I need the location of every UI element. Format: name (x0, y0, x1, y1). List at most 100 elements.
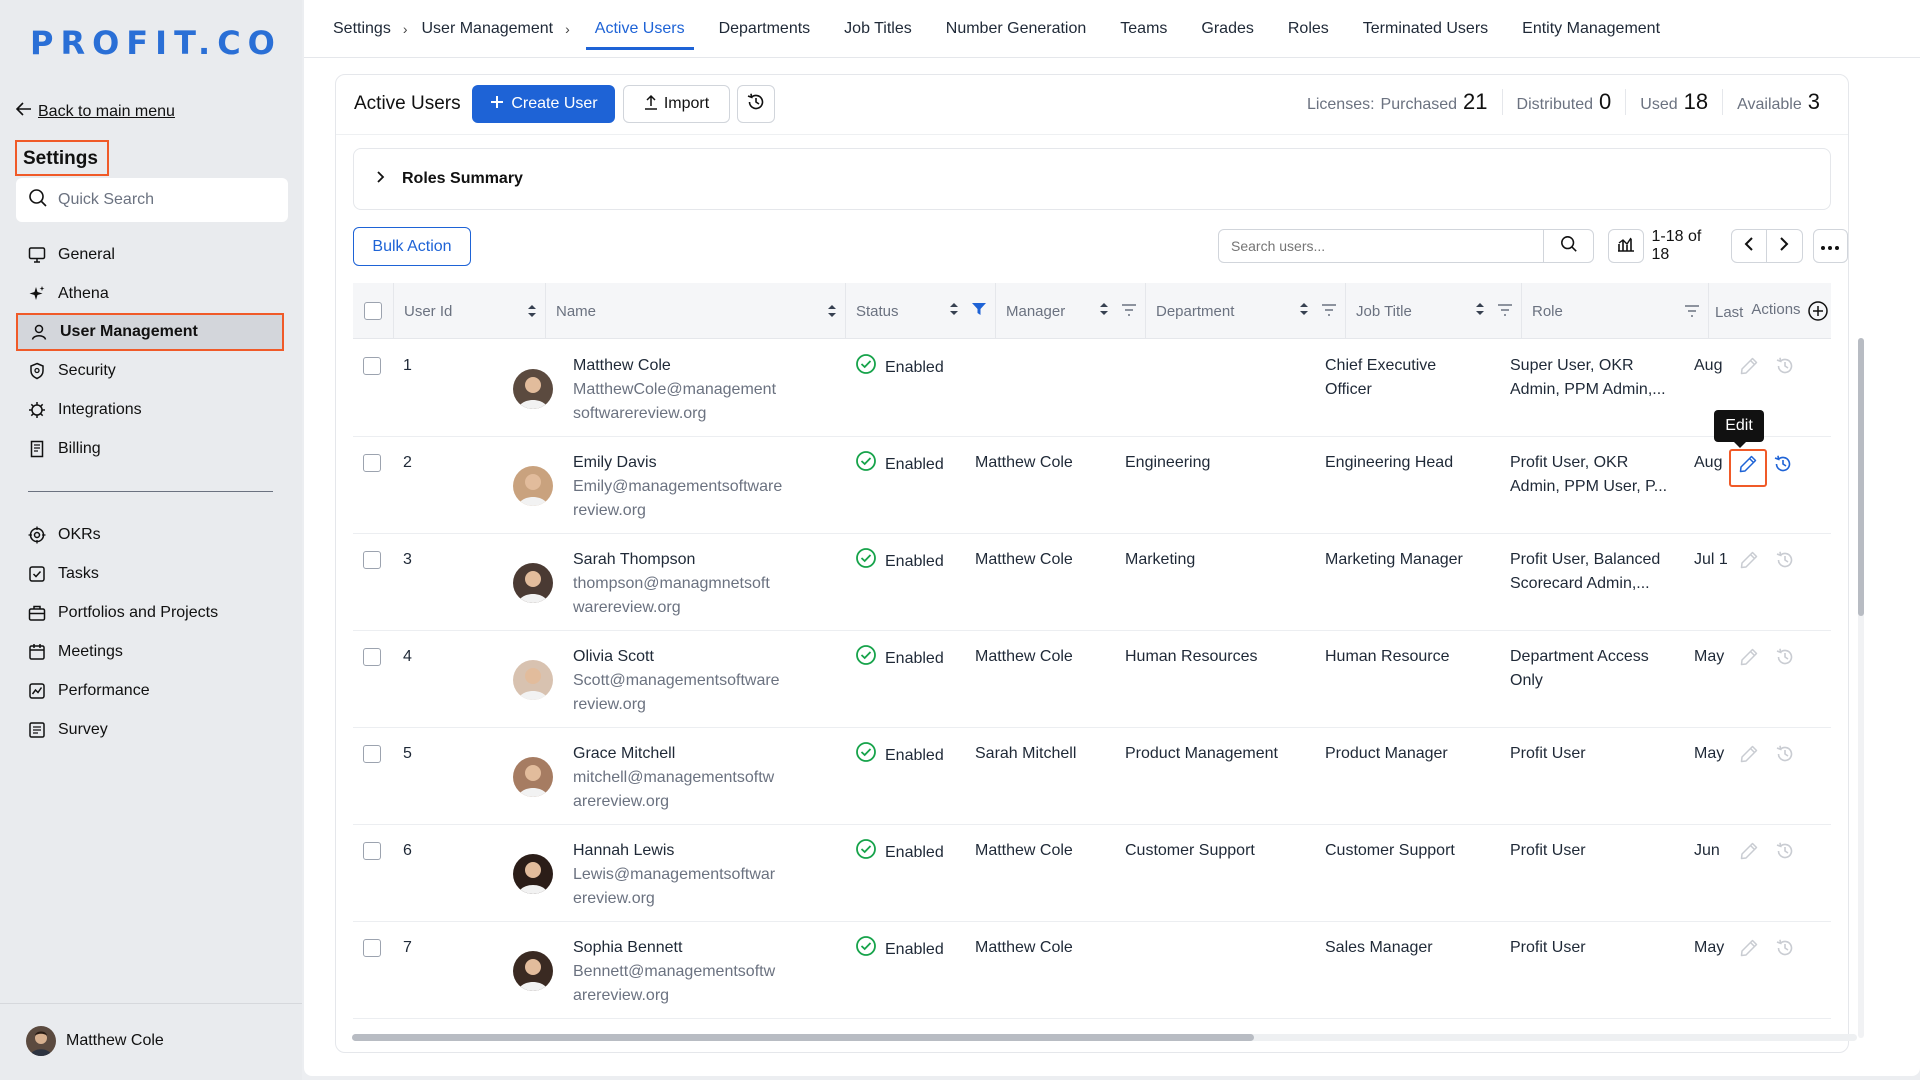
pencil-icon[interactable] (1739, 938, 1759, 966)
user-name[interactable]: Hannah Lewis (573, 839, 775, 863)
quick-search-input[interactable]: Quick Search (16, 178, 288, 222)
breadcrumb-settings[interactable]: Settings (333, 20, 391, 38)
user-name[interactable]: Matthew Cole (573, 354, 776, 378)
user-name[interactable]: Grace Mitchell (573, 742, 774, 766)
sort-icon[interactable] (1099, 302, 1109, 320)
row-checkbox[interactable] (363, 648, 381, 666)
history-icon[interactable] (1775, 744, 1795, 772)
more-options-button[interactable] (1812, 229, 1848, 263)
tab-teams[interactable]: Teams (1103, 0, 1184, 58)
row-select[interactable] (363, 648, 381, 674)
column-chooser-button[interactable] (1608, 229, 1644, 263)
edit-button[interactable] (1729, 449, 1767, 487)
column-user-id[interactable]: User Id (393, 283, 545, 339)
table-row[interactable]: 6 Hannah Lewis Lewis@managementsoftwar erev… (353, 825, 1831, 922)
tab-grades[interactable]: Grades (1184, 0, 1270, 58)
sidebar-item-okrs[interactable]: OKRs (16, 515, 284, 554)
row-select[interactable] (363, 454, 381, 480)
user-name[interactable]: Emily Davis (573, 451, 782, 475)
table-row[interactable]: 2 Emily Davis Emily@managementsoftware revi… (353, 437, 1831, 534)
table-row[interactable]: 1 Matthew Cole MatthewCole@management softw… (353, 340, 1831, 437)
row-select[interactable] (363, 745, 381, 771)
row-checkbox[interactable] (363, 454, 381, 472)
tab-number-generation[interactable]: Number Generation (929, 0, 1104, 58)
sort-icon[interactable] (1299, 302, 1309, 320)
column-department[interactable]: Department (1145, 283, 1345, 339)
history-icon[interactable] (1775, 550, 1795, 578)
column-manager[interactable]: Manager (995, 283, 1145, 339)
pencil-icon[interactable] (1739, 550, 1759, 578)
vertical-scrollbar[interactable] (1858, 338, 1864, 1038)
filter-icon[interactable] (1321, 303, 1337, 320)
column-job-title[interactable]: Job Title (1345, 283, 1521, 339)
sidebar-item-billing[interactable]: Billing (16, 429, 284, 468)
sort-icon[interactable] (1475, 302, 1485, 320)
sidebar-item-athena[interactable]: Athena (16, 274, 284, 313)
sidebar-item-security[interactable]: Security (16, 351, 284, 390)
row-checkbox[interactable] (363, 551, 381, 569)
user-name[interactable]: Sophia Bennett (573, 936, 775, 960)
column-role[interactable]: Role (1521, 283, 1708, 339)
row-checkbox[interactable] (363, 842, 381, 860)
column-name[interactable]: Name (545, 283, 845, 339)
back-to-main-menu-link[interactable]: Back to main menu (15, 102, 175, 121)
history-icon[interactable] (1775, 841, 1795, 869)
profit-co-logo[interactable]: PROFIT.CO (30, 24, 282, 62)
row-select[interactable] (363, 551, 381, 577)
row-checkbox[interactable] (363, 745, 381, 763)
history-button[interactable] (737, 85, 775, 123)
roles-summary-accordion[interactable]: Roles Summary (353, 148, 1831, 210)
filter-active-icon[interactable] (971, 302, 987, 320)
filter-icon[interactable] (1684, 305, 1700, 317)
user-name[interactable]: Olivia Scott (573, 645, 780, 669)
sidebar-item-general[interactable]: General (16, 235, 284, 274)
bulk-action-button[interactable]: Bulk Action (353, 227, 471, 266)
table-row[interactable]: 5 Grace Mitchell mitchell@managementsoftw a… (353, 728, 1831, 825)
history-icon[interactable] (1775, 647, 1795, 675)
table-row[interactable]: 4 Olivia Scott Scott@managementsoftware rev… (353, 631, 1831, 728)
search-users-input[interactable] (1219, 230, 1543, 262)
row-checkbox[interactable] (363, 357, 381, 375)
create-user-button[interactable]: Create User (472, 85, 615, 123)
column-status[interactable]: Status (845, 283, 995, 339)
filter-icon[interactable] (1121, 303, 1137, 320)
pencil-icon[interactable] (1739, 841, 1759, 869)
current-user[interactable]: Matthew Cole (26, 1026, 164, 1056)
search-button[interactable] (1543, 230, 1593, 262)
next-page-button[interactable] (1766, 229, 1803, 263)
filter-icon[interactable] (1497, 303, 1513, 320)
history-icon[interactable] (1775, 356, 1795, 384)
sort-icon[interactable] (949, 302, 959, 320)
table-row[interactable]: 3 Sarah Thompson thompson@managmnetsoft war… (353, 534, 1831, 631)
column-last[interactable]: Last Actions (1708, 283, 1831, 339)
pencil-icon[interactable] (1739, 356, 1759, 384)
history-icon[interactable] (1775, 938, 1795, 966)
sidebar-item-tasks[interactable]: Tasks (16, 554, 284, 593)
horizontal-scrollbar[interactable] (352, 1034, 1857, 1041)
tab-job-titles[interactable]: Job Titles (827, 0, 929, 58)
tab-roles[interactable]: Roles (1271, 0, 1346, 58)
sort-icon[interactable] (827, 304, 837, 318)
row-select[interactable] (363, 842, 381, 868)
tab-departments[interactable]: Departments (702, 0, 828, 58)
row-select[interactable] (363, 357, 381, 383)
import-button[interactable]: Import (623, 85, 730, 123)
row-select[interactable] (363, 939, 381, 965)
add-column-icon[interactable] (1807, 300, 1829, 322)
history-icon[interactable] (1773, 454, 1793, 482)
select-all-checkbox[interactable] (364, 302, 382, 320)
table-row[interactable]: 7 Sophia Bennett Bennett@managementsoftw ar… (353, 922, 1831, 1019)
tab-active-users[interactable]: Active Users (578, 0, 702, 58)
user-name[interactable]: Sarah Thompson (573, 548, 770, 572)
horizontal-scrollbar-thumb[interactable] (352, 1034, 1254, 1041)
pencil-icon[interactable] (1739, 647, 1759, 675)
pencil-icon[interactable] (1739, 744, 1759, 772)
prev-page-button[interactable] (1730, 229, 1767, 263)
sidebar-item-survey[interactable]: Survey (16, 710, 284, 749)
row-checkbox[interactable] (363, 939, 381, 957)
header-select-all[interactable] (353, 283, 393, 339)
breadcrumb-user-management[interactable]: User Management (421, 20, 553, 38)
sidebar-item-performance[interactable]: Performance (16, 671, 284, 710)
sidebar-item-user-management[interactable]: User Management (16, 313, 284, 351)
tab-entity-management[interactable]: Entity Management (1505, 0, 1677, 58)
